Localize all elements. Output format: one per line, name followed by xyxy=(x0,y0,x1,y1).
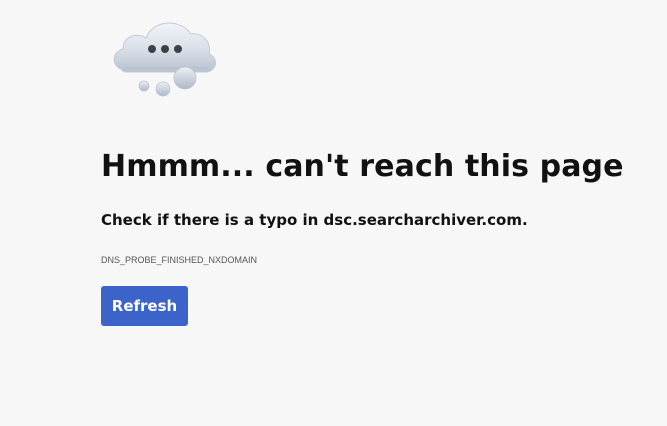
cloud-with-ellipsis-icon xyxy=(108,14,224,98)
ellipsis-dots xyxy=(148,45,182,53)
error-code: DNS_PROBE_FINISHED_NXDOMAIN xyxy=(101,255,258,265)
typo-suggestion-text: Check if there is a typo in dsc.searchar… xyxy=(101,211,528,229)
refresh-button[interactable]: Refresh xyxy=(101,286,188,326)
page-title: Hmmm... can't reach this page xyxy=(101,149,624,184)
error-page: Hmmm... can't reach this page Check if t… xyxy=(0,0,667,426)
